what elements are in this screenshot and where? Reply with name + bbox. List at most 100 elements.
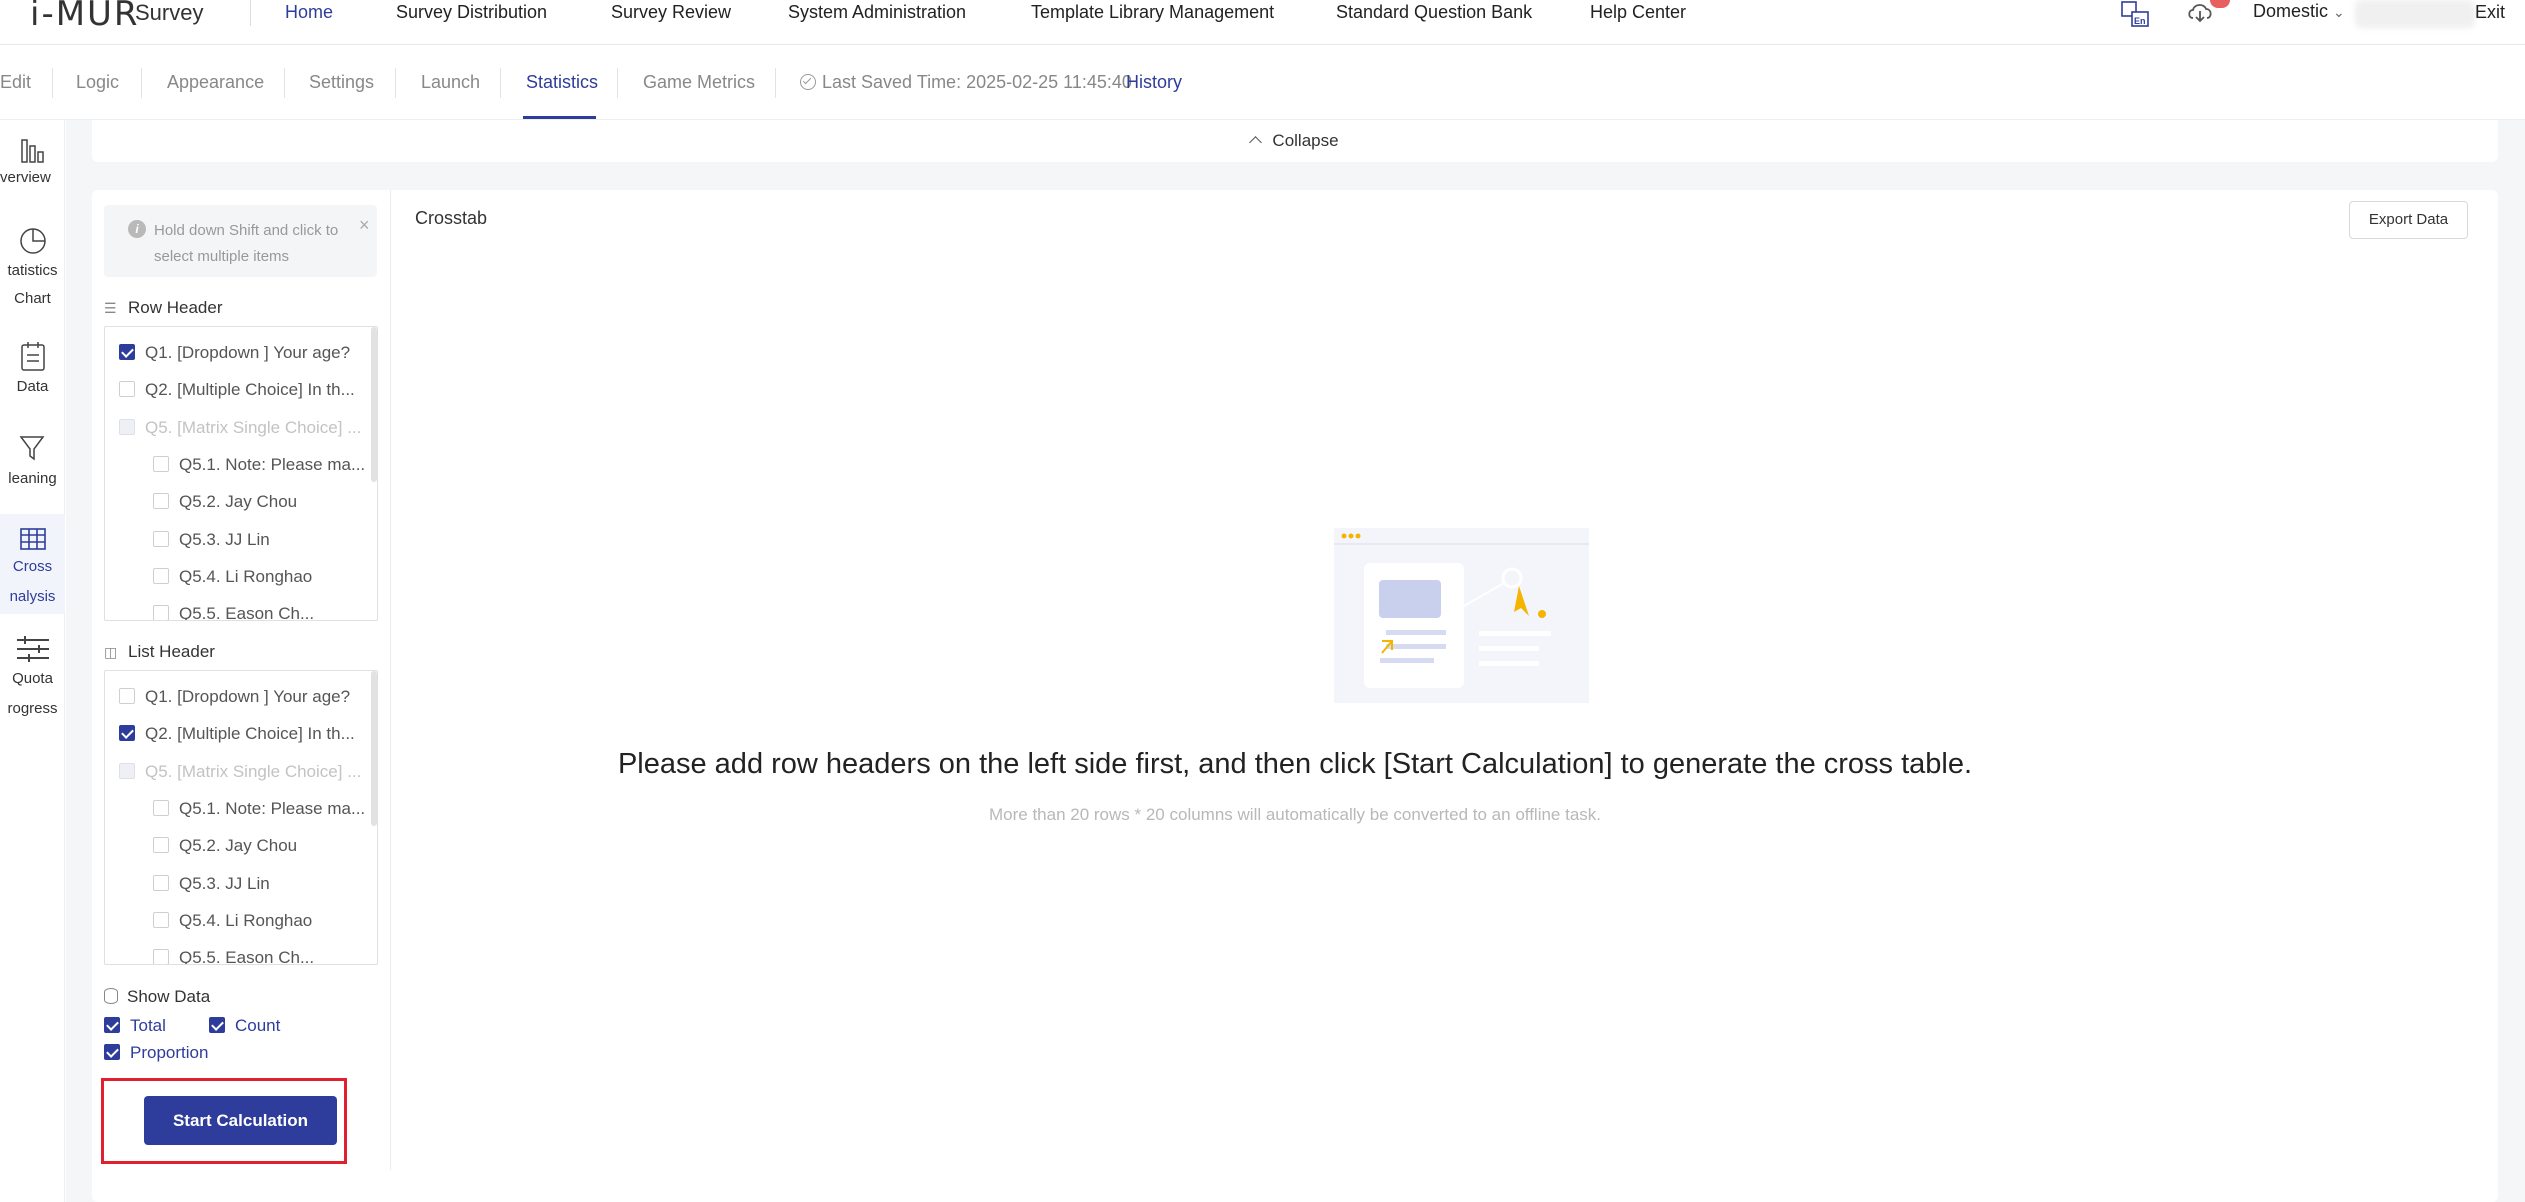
tab-game-metrics[interactable]: Game Metrics — [643, 72, 755, 93]
start-calculation-button[interactable]: Start Calculation — [144, 1096, 337, 1145]
checkbox[interactable] — [104, 1044, 120, 1060]
checkbox[interactable] — [119, 381, 135, 397]
list-item[interactable]: Q5.4. Li Ronghao — [153, 902, 312, 939]
list-item[interactable]: Q2. [Multiple Choice] In th... — [119, 715, 355, 752]
multi-select-tip: i Hold down Shift and click to select mu… — [104, 205, 377, 277]
close-icon[interactable]: × — [359, 215, 370, 236]
checkbox[interactable] — [153, 568, 169, 584]
tab-launch[interactable]: Launch — [421, 72, 480, 93]
nav-home[interactable]: Home — [285, 2, 333, 23]
checkbox[interactable] — [153, 875, 169, 891]
tab-logic[interactable]: Logic — [76, 72, 119, 93]
panel-divider — [390, 190, 391, 1170]
list-item[interactable]: Q5.2. Jay Chou — [153, 827, 297, 864]
show-proportion-option[interactable]: Proportion — [104, 1043, 208, 1063]
clipboard-icon — [20, 342, 45, 371]
list-item[interactable]: Q5.3. JJ Lin — [153, 865, 270, 902]
scrollbar[interactable] — [371, 327, 377, 482]
row-header-list[interactable]: Q1. [Dropdown ] Your age? Q2. [Multiple … — [104, 326, 378, 621]
list-item[interactable]: Q1. [Dropdown ] Your age? — [119, 334, 350, 371]
svg-text:En: En — [2134, 16, 2146, 26]
nav-survey-distribution[interactable]: Survey Distribution — [396, 2, 547, 23]
checkbox[interactable] — [119, 344, 135, 360]
list-item[interactable]: Q5.5. Eason Ch... — [153, 595, 314, 620]
row-header-title: ☰ Row Header — [104, 298, 223, 317]
language-switch-icon[interactable]: En — [2120, 0, 2150, 33]
rail-statistics-chart[interactable]: tatistics Chart — [0, 224, 65, 328]
tab-appearance[interactable]: Appearance — [167, 72, 264, 93]
bar-chart-icon — [20, 139, 44, 163]
list-item[interactable]: Q5.3. JJ Lin — [153, 521, 270, 558]
region-selector[interactable]: Domestic ⌄ — [2253, 1, 2345, 22]
list-item[interactable]: Q5.4. Li Ronghao — [153, 558, 312, 595]
checkbox[interactable] — [153, 493, 169, 509]
nav-survey-review[interactable]: Survey Review — [611, 2, 731, 23]
show-total-option[interactable]: Total — [104, 1016, 166, 1036]
sliders-icon — [16, 636, 49, 662]
rail-label: rogress — [7, 700, 58, 717]
collapse-toggle[interactable]: Collapse — [92, 120, 2498, 162]
nav-standard-question-bank[interactable]: Standard Question Bank — [1336, 2, 1532, 23]
tab-separator — [284, 68, 285, 98]
rail-label: Cross — [12, 558, 53, 575]
show-data-title: Show Data — [104, 987, 210, 1007]
left-rail: verview tatistics Chart Data leaning Cro… — [0, 120, 65, 1202]
cloud-download-icon[interactable] — [2186, 0, 2214, 29]
history-link[interactable]: History — [1126, 72, 1182, 93]
checkbox[interactable] — [209, 1017, 225, 1033]
chevron-down-icon: ⌄ — [2333, 4, 2345, 20]
list-item: Q5. [Matrix Single Choice] ... — [119, 409, 371, 446]
pie-chart-icon — [19, 228, 46, 254]
checkbox[interactable] — [104, 1017, 120, 1033]
info-icon: i — [128, 220, 146, 238]
rail-data[interactable]: Data — [0, 340, 65, 420]
checkbox[interactable] — [153, 456, 169, 472]
list-header-title: ◫ List Header — [104, 642, 215, 661]
tab-edit[interactable]: Edit — [0, 72, 31, 93]
checkbox[interactable] — [153, 605, 169, 620]
rail-label: leaning — [8, 470, 57, 487]
app-logo[interactable]: i-MUR — [30, 0, 140, 34]
list-item[interactable]: Q1. [Dropdown ] Your age? — [119, 678, 350, 715]
list-item[interactable]: Q5.5. Eason Ch... — [153, 939, 314, 964]
user-avatar[interactable] — [2355, 0, 2475, 28]
notification-badge — [2210, 0, 2230, 8]
rows-icon: ☰ — [104, 300, 117, 316]
list-item[interactable]: Q5.2. Jay Chou — [153, 483, 297, 520]
tab-settings[interactable]: Settings — [309, 72, 374, 93]
rail-overview[interactable]: verview — [0, 136, 65, 216]
nav-help-center[interactable]: Help Center — [1590, 2, 1686, 23]
rail-cross-analysis[interactable]: Cross nalysis — [0, 514, 65, 614]
last-saved-text: Last Saved Time: 2025-02-25 11:45:40 — [822, 72, 1132, 92]
show-count-option[interactable]: Count — [209, 1016, 280, 1036]
active-tab-indicator — [523, 116, 596, 119]
checkbox[interactable] — [153, 949, 169, 964]
checkbox[interactable] — [153, 837, 169, 853]
rail-label: Chart — [14, 290, 51, 307]
survey-tabs: Edit Logic Appearance Settings Launch St… — [0, 46, 2525, 120]
empty-state-illustration — [1314, 528, 1614, 733]
collapse-label: Collapse — [1272, 131, 1339, 150]
list-item[interactable]: Q5.1. Note: Please ma... — [153, 446, 365, 483]
database-icon — [104, 988, 118, 1004]
list-item[interactable]: Q2. [Multiple Choice] In th... — [119, 371, 355, 408]
rail-label: tatistics — [7, 262, 58, 279]
crosstab-card: i Hold down Shift and click to select mu… — [92, 190, 2498, 1202]
chevron-up-icon — [1249, 136, 1263, 149]
rail-cleaning[interactable]: leaning — [0, 432, 65, 512]
nav-template-library[interactable]: Template Library Management — [1031, 2, 1274, 23]
columns-icon: ◫ — [104, 644, 118, 660]
tab-separator — [500, 68, 501, 98]
empty-state-hint: More than 20 rows * 20 columns will auto… — [989, 805, 1601, 824]
checkbox[interactable] — [119, 725, 135, 741]
export-data-button[interactable]: Export Data — [2349, 201, 2468, 239]
nav-system-administration[interactable]: System Administration — [788, 2, 966, 23]
checkbox[interactable] — [153, 912, 169, 928]
tab-statistics[interactable]: Statistics — [526, 72, 598, 93]
checkbox[interactable] — [119, 688, 135, 704]
exit-link[interactable]: Exit — [2475, 2, 2505, 23]
checkbox[interactable] — [153, 531, 169, 547]
rail-label: Quota — [12, 670, 53, 687]
rail-quota-progress[interactable]: Quota rogress — [0, 634, 65, 734]
checkbox — [119, 419, 135, 435]
